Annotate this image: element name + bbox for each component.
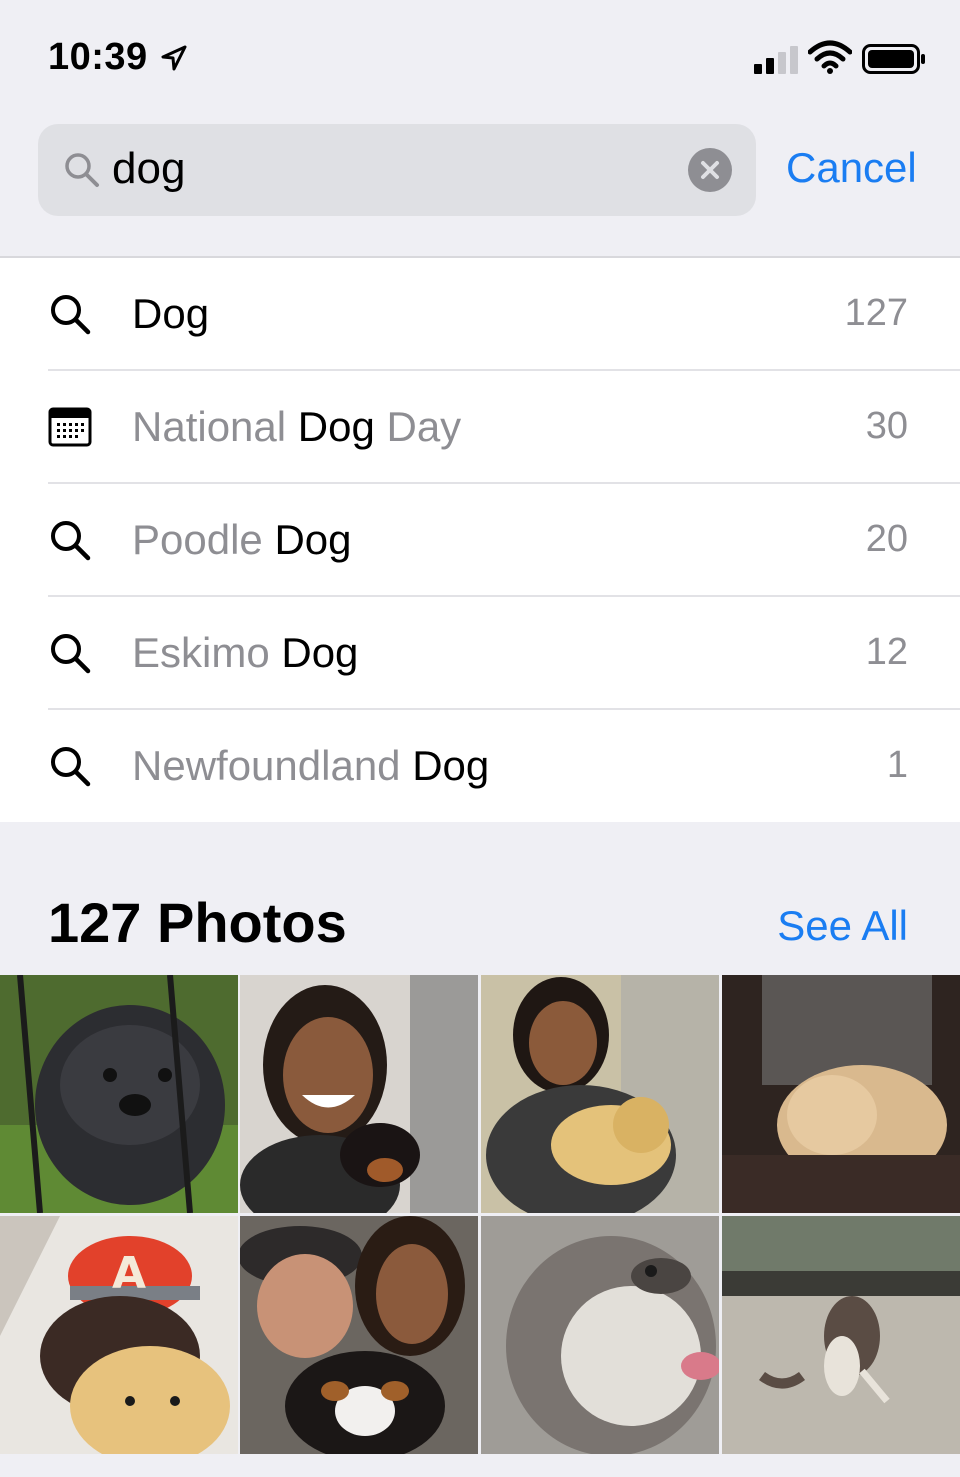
black-puppy-photo[interactable] <box>0 975 238 1213</box>
wifi-icon <box>808 40 852 74</box>
suggestion-label: Poodle Dog <box>132 516 352 564</box>
suggestion-row[interactable]: Newfoundland Dog 1 <box>0 710 960 823</box>
suggestion-label-prefix: Eskimo <box>132 629 282 676</box>
status-bar: 10:39 <box>0 0 960 110</box>
search-icon <box>65 153 99 187</box>
cancel-button[interactable]: Cancel <box>786 144 917 192</box>
suggestion-label-prefix: Poodle <box>132 516 275 563</box>
battery-icon <box>862 44 925 74</box>
suggestion-label: Newfoundland Dog <box>132 742 489 790</box>
suggestion-label-match: Dog <box>132 290 210 337</box>
suggestion-label: Dog <box>132 290 209 338</box>
location-arrow-icon <box>161 45 187 71</box>
photo-thumbnail <box>481 975 719 1213</box>
search-header: dog Cancel <box>0 110 960 258</box>
husky-closeup-photo[interactable] <box>481 1216 719 1454</box>
suggestion-count: 20 <box>865 518 908 560</box>
man-with-golden-puppy-photo[interactable]: A <box>0 1216 238 1454</box>
woman-with-puppy-photo[interactable] <box>240 975 478 1213</box>
suggestion-label-prefix: National <box>132 403 298 450</box>
search-icon <box>51 634 91 674</box>
photos-section-title: 127 Photos <box>48 891 347 954</box>
suggestion-label-prefix: Newfoundland <box>132 742 413 789</box>
suggestion-count: 30 <box>865 405 908 447</box>
dog-jumping-park-photo[interactable] <box>722 1216 960 1454</box>
golden-puppy-lap-photo[interactable] <box>722 975 960 1213</box>
clear-search-button[interactable] <box>688 148 732 192</box>
photo-grid: A <box>0 975 960 1454</box>
woman-with-golden-puppy-photo[interactable] <box>481 975 719 1213</box>
couple-with-puppy-photo[interactable] <box>240 1216 478 1454</box>
suggestion-row[interactable]: Poodle Dog 20 <box>0 484 960 597</box>
search-input[interactable]: dog <box>38 124 756 216</box>
suggestion-count: 127 <box>844 292 908 334</box>
suggestion-count: 1 <box>886 744 908 786</box>
photo-thumbnail <box>240 1216 478 1454</box>
suggestion-label: Eskimo Dog <box>132 629 358 677</box>
search-icon <box>51 521 91 561</box>
suggestion-label-match: Dog <box>297 403 375 450</box>
svg-text:A: A <box>112 1248 146 1299</box>
see-all-button[interactable]: See All <box>777 902 908 950</box>
clear-x-icon <box>701 161 719 179</box>
suggestion-label-match: Dog <box>274 516 352 563</box>
suggestion-row[interactable]: Eskimo Dog 12 <box>0 597 960 710</box>
cellular-signal-icon <box>754 46 798 74</box>
suggestion-row[interactable]: National Dog Day 30 <box>0 371 960 484</box>
suggestion-count: 12 <box>865 631 908 673</box>
photo-thumbnail <box>481 1216 719 1454</box>
photo-thumbnail <box>0 975 238 1213</box>
suggestion-label-match: Dog <box>412 742 490 789</box>
suggestion-label-suffix: Day <box>374 403 462 450</box>
search-icon <box>51 747 91 787</box>
suggestion-row[interactable]: Dog 127 <box>0 258 960 371</box>
photo-thumbnail <box>722 975 960 1213</box>
search-query-text: dog <box>112 144 186 193</box>
suggestion-label-match: Dog <box>281 629 359 676</box>
search-icon <box>51 295 91 335</box>
suggestion-label: National Dog Day <box>132 403 461 451</box>
photo-thumbnail: A <box>0 1216 238 1454</box>
photo-thumbnail <box>722 1216 960 1454</box>
status-time: 10:39 <box>48 36 148 78</box>
photo-thumbnail <box>240 975 478 1213</box>
calendar-icon <box>48 407 92 447</box>
search-suggestions-list: Dog 127 National Dog Day 30 Poodle Dog 2… <box>0 258 960 822</box>
